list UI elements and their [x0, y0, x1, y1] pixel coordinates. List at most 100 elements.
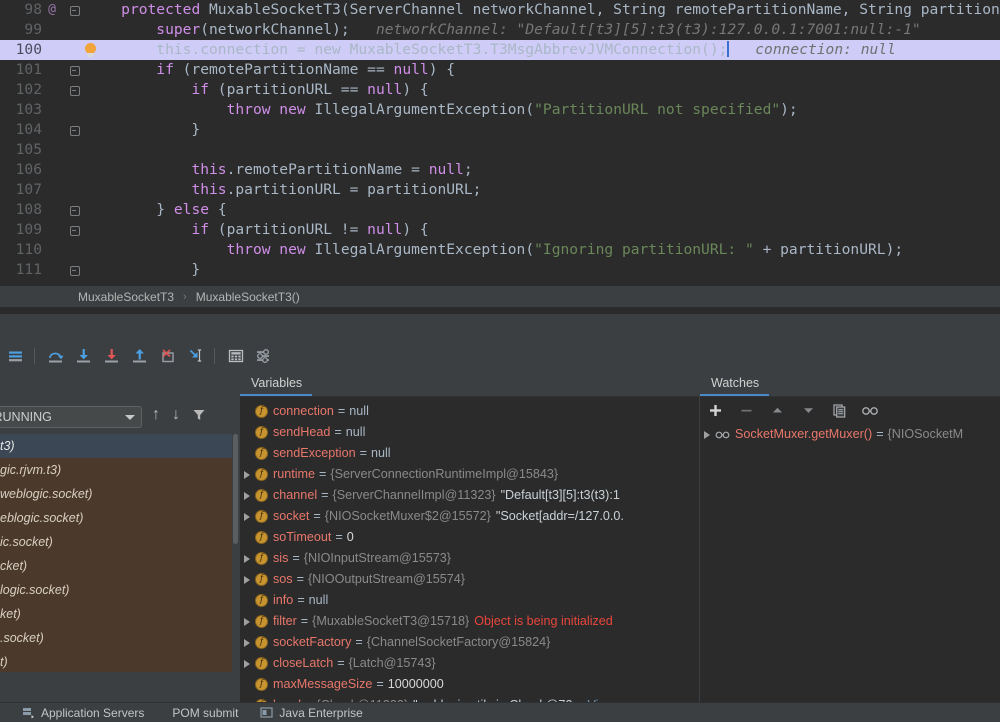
settings-icon[interactable] — [252, 344, 276, 368]
status-java-enterprise[interactable]: Java Enterprise — [260, 706, 363, 720]
variable-row[interactable]: f soTimeout = 0 — [239, 527, 699, 548]
expand-arrow-icon[interactable] — [239, 653, 255, 674]
remove-watch-button[interactable] — [736, 401, 756, 421]
field-variable-icon: f — [255, 489, 268, 502]
run-to-cursor-icon[interactable] — [184, 344, 208, 368]
code-token: ) { — [428, 61, 456, 78]
code-line[interactable]: 111 } — [0, 260, 1000, 280]
variable-name: sis — [273, 551, 289, 565]
variable-row[interactable]: f connection = null — [239, 401, 699, 422]
step-over-icon[interactable] — [44, 344, 68, 368]
variables-panel: Variables f connection = null f sendHead = null… — [239, 370, 699, 707]
frame-row[interactable]: ket) — [0, 602, 239, 626]
code-text: if (remotePartitionName == null) { — [86, 60, 455, 80]
fold-end-icon[interactable] — [68, 264, 80, 276]
code-line[interactable]: 108 } else { — [0, 200, 1000, 220]
frame-down-button[interactable]: ↓ — [172, 406, 180, 424]
filter-frames-icon[interactable] — [192, 408, 206, 422]
variable-row[interactable]: f info = null — [239, 590, 699, 611]
code-line[interactable]: 98 @ protected MuxableSocketT3(ServerChan… — [0, 0, 1000, 20]
panel-divider-left[interactable] — [239, 370, 240, 702]
variable-row[interactable]: f runtime = {ServerConnectionRuntimeImpl@15… — [239, 464, 699, 485]
add-watch-button[interactable] — [705, 401, 725, 421]
expand-arrow-icon[interactable] — [239, 632, 255, 653]
variable-value: {ServerChannelImpl@11323} — [332, 488, 496, 502]
variable-row[interactable]: f sendException = null — [239, 443, 699, 464]
variables-tree[interactable]: f connection = null f sendHead = null f sendExcep… — [239, 397, 699, 707]
fold-collapse-icon[interactable] — [68, 64, 80, 76]
frames-scrollbar[interactable] — [232, 434, 239, 672]
fold-collapse-icon[interactable] — [68, 224, 80, 236]
variable-row[interactable]: f filter = {MuxableSocketT3@15718} Object is… — [239, 611, 699, 632]
code-line[interactable]: 106 this.remotePartitionName = null; — [0, 160, 1000, 180]
step-out-icon[interactable] — [128, 344, 152, 368]
force-step-into-icon[interactable] — [100, 344, 124, 368]
status-pom-submit[interactable]: POM submit — [172, 706, 238, 720]
fold-collapse-icon[interactable] — [68, 84, 80, 96]
code-line[interactable]: 104 } — [0, 120, 1000, 140]
expand-arrow-icon[interactable] — [699, 424, 715, 445]
variable-row[interactable]: f maxMessageSize = 10000000 — [239, 674, 699, 695]
expand-arrow-icon[interactable] — [239, 464, 255, 485]
annotation-marker-icon[interactable]: @ — [44, 0, 60, 20]
copy-watch-button[interactable] — [829, 401, 849, 421]
drop-frame-icon[interactable] — [156, 344, 180, 368]
frame-row[interactable]: gic.rjvm.t3) — [0, 458, 239, 482]
code-editor[interactable]: 98 @ protected MuxableSocketT3(ServerChan… — [0, 0, 1000, 285]
fold-end-icon[interactable] — [68, 124, 80, 136]
tab-variables[interactable]: Variables — [239, 371, 313, 396]
move-watch-down-button[interactable] — [798, 401, 818, 421]
watch-glasses-icon[interactable] — [860, 401, 880, 421]
frame-row[interactable]: .socket) — [0, 626, 239, 650]
show-execution-point-icon[interactable] — [4, 344, 28, 368]
expand-arrow-icon[interactable] — [239, 548, 255, 569]
code-line[interactable]: 107 this.partitionURL = partitionURL; — [0, 180, 1000, 200]
frame-up-button[interactable]: ↑ — [152, 406, 160, 424]
frame-row[interactable]: ic.socket) — [0, 530, 239, 554]
variable-row[interactable]: f closeLatch = {Latch@15743} — [239, 653, 699, 674]
watch-row[interactable]: SocketMuxer.getMuxer() = {NIOSocketM — [699, 424, 1000, 445]
code-text: super(networkChannel); networkChannel: "… — [86, 20, 920, 40]
status-application-servers[interactable]: Application Servers — [22, 706, 144, 720]
expand-arrow-icon[interactable] — [239, 569, 255, 590]
frame-row[interactable]: eblogic.socket) — [0, 506, 239, 530]
frame-row[interactable]: t3) — [0, 434, 239, 458]
code-line[interactable]: 103 throw new IllegalArgumentException("… — [0, 100, 1000, 120]
code-line[interactable]: 105 — [0, 140, 1000, 160]
tab-watches[interactable]: Watches — [699, 371, 770, 396]
code-line[interactable]: 99 super(networkChannel); networkChannel… — [0, 20, 1000, 40]
expand-arrow-icon[interactable] — [239, 506, 255, 527]
variable-name: filter — [273, 614, 297, 628]
move-watch-up-button[interactable] — [767, 401, 787, 421]
thread-selector[interactable]: Muxer'": RUNNING — [0, 406, 142, 428]
frame-row[interactable]: weblogic.socket) — [0, 482, 239, 506]
variable-row[interactable]: f socket = {NIOSocketMuxer$2@15572} "Socket[… — [239, 506, 699, 527]
expand-arrow-icon[interactable] — [239, 611, 255, 632]
variable-row[interactable]: f sis = {NIOInputStream@15573} — [239, 548, 699, 569]
frames-list[interactable]: t3) gic.rjvm.t3) weblogic.socket) eblogic.s… — [0, 434, 239, 672]
fold-end-icon[interactable] — [68, 204, 80, 216]
step-into-icon[interactable] — [72, 344, 96, 368]
expand-arrow-icon[interactable] — [239, 485, 255, 506]
frame-row[interactable]: cket) — [0, 554, 239, 578]
code-line[interactable]: 100 this.connection = new MuxableSocketT… — [0, 40, 1000, 60]
evaluate-expression-icon[interactable] — [224, 344, 248, 368]
code-line[interactable]: 102 if (partitionURL == null) { — [0, 80, 1000, 100]
variable-row[interactable]: f channel = {ServerChannelImpl@11323} "Defau… — [239, 485, 699, 506]
frame-row[interactable]: logic.socket) — [0, 578, 239, 602]
variable-row[interactable]: f socketFactory = {ChannelSocketFactory@158… — [239, 632, 699, 653]
variable-row[interactable]: f sos = {NIOOutputStream@15574} — [239, 569, 699, 590]
code-line[interactable]: 101 if (remotePartitionName == null) { — [0, 60, 1000, 80]
code-line[interactable]: 109 if (partitionURL != null) { — [0, 220, 1000, 240]
code-token: { — [209, 201, 227, 218]
watches-tree[interactable]: SocketMuxer.getMuxer() = {NIOSocketM — [699, 424, 1000, 445]
application-servers-icon — [22, 706, 35, 719]
breadcrumb-method[interactable]: MuxableSocketT3() — [196, 290, 300, 304]
fold-collapse-icon[interactable] — [68, 4, 80, 16]
variable-name: sendHead — [273, 425, 331, 439]
panel-divider-right[interactable] — [699, 370, 700, 702]
frame-row[interactable]: t) — [0, 650, 239, 672]
variable-row[interactable]: f sendHead = null — [239, 422, 699, 443]
breadcrumb-class[interactable]: MuxableSocketT3 — [78, 290, 174, 304]
code-line[interactable]: 110 throw new IllegalArgumentException("… — [0, 240, 1000, 260]
